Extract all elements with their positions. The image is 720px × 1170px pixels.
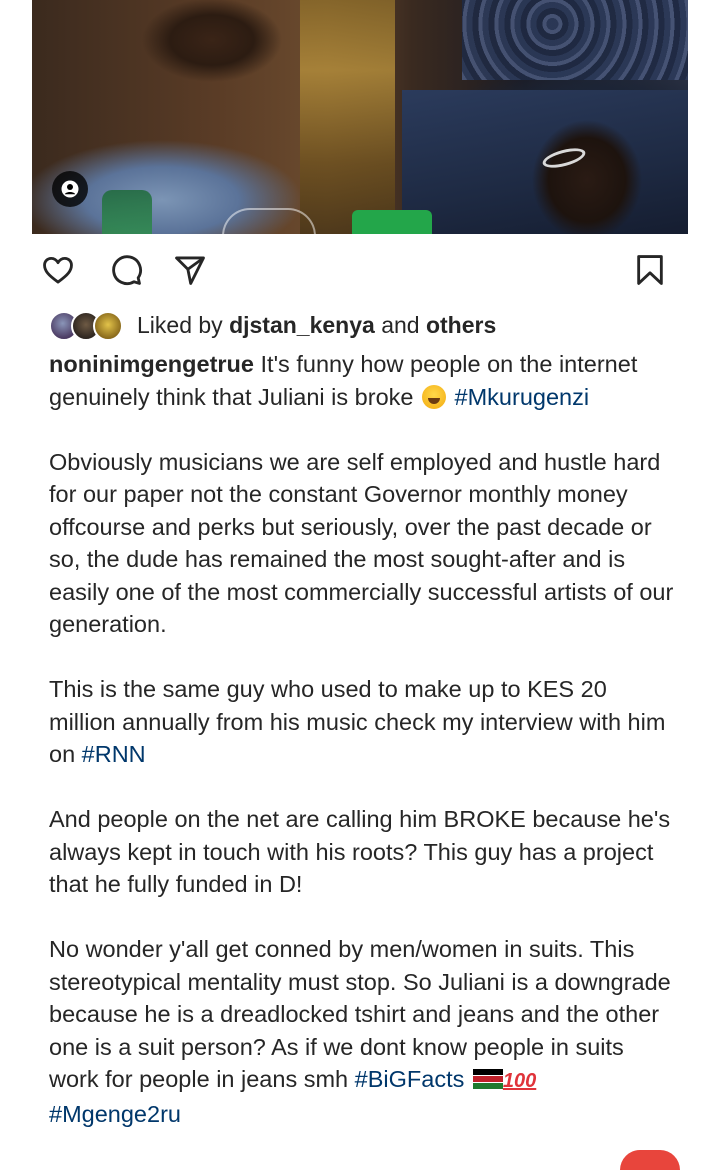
laughing-emoji-icon xyxy=(422,384,446,409)
caption-paragraph: Obviously musicians we are self employed… xyxy=(49,448,674,638)
post-actions-bar xyxy=(32,248,688,292)
photo-region-arm xyxy=(532,120,642,234)
photo-region-chair xyxy=(300,0,395,234)
caption-username[interactable]: noninimgengetrue xyxy=(49,351,254,377)
comment-icon[interactable] xyxy=(108,252,144,288)
liked-by-others-link[interactable]: others xyxy=(426,312,496,339)
send-icon[interactable] xyxy=(172,252,208,288)
hashtag-rnn[interactable]: #RNN xyxy=(82,741,146,767)
instagram-post: Liked by djstan_kenya and others noninim… xyxy=(32,0,688,1170)
hashtag-mgenge2ru[interactable]: #Mgenge2ru xyxy=(49,1101,181,1127)
liker-avatars xyxy=(49,311,129,341)
liked-by-and: and xyxy=(381,311,420,338)
post-caption: noninimgengetrue It's funny how people o… xyxy=(49,348,679,1163)
liked-by-user-link[interactable]: djstan_kenya xyxy=(229,312,375,339)
post-photo[interactable] xyxy=(32,0,688,234)
photo-region-shirt xyxy=(462,0,688,80)
liked-by-prefix: Liked by xyxy=(137,311,223,338)
caption-paragraph-3: And people on the net are calling him BR… xyxy=(49,806,671,897)
photo-region-green-bottle xyxy=(352,210,432,234)
person-tag-icon[interactable] xyxy=(52,171,88,207)
photo-region-hands xyxy=(142,0,282,95)
caption-paragraph-2: This is the same guy who used to make up… xyxy=(49,673,679,771)
heart-icon[interactable] xyxy=(40,252,76,288)
hundred-points-emoji-icon: 100 xyxy=(502,1070,537,1092)
kenya-flag-icon xyxy=(472,1069,503,1089)
floating-action-edge xyxy=(620,1150,680,1170)
avatar xyxy=(93,311,123,341)
hashtag-bigfacts[interactable]: #BiGFacts xyxy=(355,1066,465,1092)
caption-intro: noninimgengetrue It's funny how people o… xyxy=(49,348,679,413)
bookmark-icon[interactable] xyxy=(632,252,668,288)
photo-region-glass xyxy=(222,208,316,234)
liked-by-row[interactable]: Liked by djstan_kenya and others xyxy=(49,308,496,342)
hashtag-mkurugenzi[interactable]: #Mkurugenzi xyxy=(455,384,590,410)
caption-paragraph-4: No wonder y'all get conned by men/women … xyxy=(49,933,679,1130)
photo-region-bottle xyxy=(102,190,152,234)
